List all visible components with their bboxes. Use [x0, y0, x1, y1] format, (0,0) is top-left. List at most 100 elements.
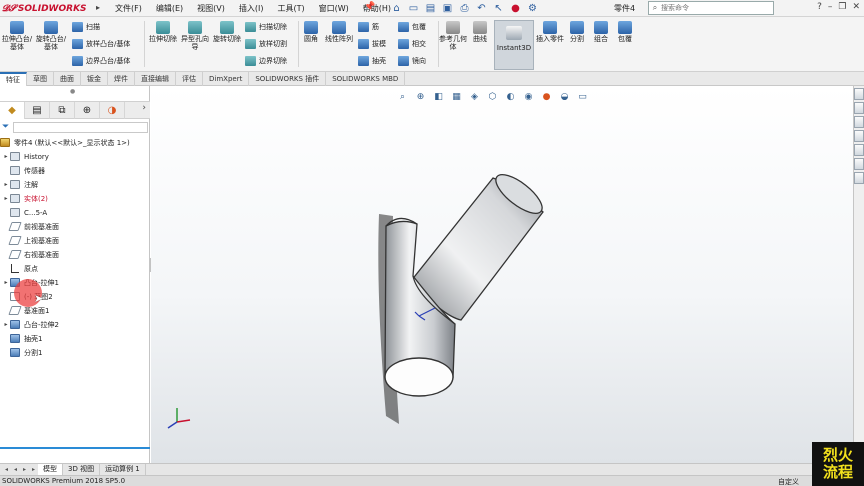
apply-scene-icon[interactable]: ◒	[557, 90, 572, 103]
expand-icon[interactable]: ▸	[2, 153, 10, 160]
save-icon[interactable]: ▣	[439, 1, 456, 16]
open-icon[interactable]: ▤	[422, 1, 439, 16]
expand-menu-icon[interactable]: ▸	[96, 3, 100, 12]
expand-icon[interactable]: ▸	[2, 321, 10, 328]
rib-button[interactable]: 筋	[358, 20, 379, 34]
tab-weldments[interactable]: 焊件	[108, 72, 135, 86]
fillet-button[interactable]: 圆角	[296, 21, 326, 43]
collapse-handle-icon[interactable]: ●	[70, 88, 75, 95]
instant3d-button[interactable]: Instant3D	[494, 20, 534, 70]
tree-item-annotations[interactable]: ▸ 注解	[2, 178, 38, 191]
reference-geometry-button[interactable]: 参考几何体	[436, 21, 470, 51]
tree-item-right-plane[interactable]: 右视基准面	[2, 248, 59, 261]
menu-view[interactable]: 视图(V)	[190, 3, 232, 14]
tab-model[interactable]: 模型	[38, 464, 63, 475]
view-orientation-icon[interactable]: ⬡	[485, 90, 500, 103]
filter-icon[interactable]: ⏷	[2, 122, 12, 132]
3d-model-viewport[interactable]	[351, 166, 591, 436]
undo-icon[interactable]: ↶	[473, 1, 490, 16]
forum-icon[interactable]	[854, 172, 864, 184]
file-explorer-icon[interactable]	[854, 116, 864, 128]
display-manager-tab-icon[interactable]: ◑	[100, 102, 125, 119]
prev-tab-icon[interactable]: ◂	[11, 464, 20, 475]
revolve-boss-button[interactable]: 旋转凸台/基体	[34, 21, 68, 51]
tab-surfaces[interactable]: 曲面	[54, 72, 81, 86]
tree-item-top-plane[interactable]: 上视基准面	[2, 234, 59, 247]
mirror-button[interactable]: 镜向	[398, 54, 426, 68]
zoom-to-fit-icon[interactable]: ⌕	[395, 90, 410, 103]
boundary-cut-button[interactable]: 边界切除	[245, 54, 287, 68]
tab-solidworks-addins[interactable]: SOLIDWORKS 插件	[249, 72, 327, 86]
expand-icon[interactable]: ▸	[2, 195, 10, 202]
traffic-light-icon[interactable]: ●	[507, 1, 524, 16]
display-style-icon[interactable]: ◐	[503, 90, 518, 103]
tree-item-shell1[interactable]: 抽壳1	[2, 332, 42, 345]
extrude-boss-button[interactable]: 拉伸凸台/基体	[0, 21, 34, 51]
menu-tools[interactable]: 工具(T)	[270, 3, 311, 14]
search-input[interactable]	[661, 4, 761, 12]
shell-button[interactable]: 抽壳	[358, 54, 386, 68]
feature-tree-tab-icon[interactable]: ◆	[0, 102, 25, 119]
close-icon[interactable]: ✕	[852, 2, 860, 12]
tree-item-sensors[interactable]: 传感器	[2, 164, 45, 177]
section-view-icon[interactable]: ▦	[449, 90, 464, 103]
intersect-button[interactable]: 相交	[398, 37, 426, 51]
tab-sheet-metal[interactable]: 钣金	[81, 72, 108, 86]
tab-3d-views[interactable]: 3D 视图	[63, 464, 101, 475]
property-manager-tab-icon[interactable]: ▤	[25, 102, 50, 119]
linear-pattern-button[interactable]: 线性阵列	[324, 21, 354, 43]
chevron-right-icon[interactable]: ›	[142, 103, 146, 113]
restore-icon[interactable]: ❐	[838, 2, 846, 12]
filter-input[interactable]	[13, 121, 148, 133]
tree-item-origin[interactable]: 原点	[2, 262, 38, 275]
previous-view-icon[interactable]: ◧	[431, 90, 446, 103]
units-selector[interactable]: 自定义	[778, 477, 799, 486]
tree-item-material[interactable]: C...5-A	[2, 206, 47, 219]
tab-solidworks-mbd[interactable]: SOLIDWORKS MBD	[326, 72, 406, 86]
last-tab-icon[interactable]: ▸	[29, 464, 38, 475]
graphics-area[interactable]: ⌕ ⊕ ◧ ▦ ◈ ⬡ ◐ ◉ ● ◒ ▭	[151, 86, 853, 463]
menu-window[interactable]: 窗口(W)	[312, 3, 356, 14]
draft-button[interactable]: 拔模	[358, 37, 386, 51]
custom-properties-icon[interactable]	[854, 158, 864, 170]
menu-file[interactable]: 文件(F)	[108, 3, 149, 14]
tree-item-split1[interactable]: 分割1	[2, 346, 42, 359]
revolve-cut-button[interactable]: 旋转切除	[210, 21, 244, 43]
tab-dimxpert[interactable]: DimXpert	[203, 72, 250, 86]
edit-appearance-icon[interactable]: ●	[539, 90, 554, 103]
tab-evaluate[interactable]: 评估	[176, 72, 203, 86]
menu-edit[interactable]: 编辑(E)	[149, 3, 190, 14]
menu-insert[interactable]: 插入(I)	[232, 3, 271, 14]
hole-wizard-button[interactable]: 异型孔向导	[178, 21, 212, 51]
sweep-button[interactable]: 扫描	[72, 20, 100, 34]
tree-root[interactable]: 零件4 (默认<<默认>_显示状态 1>)	[0, 136, 130, 149]
curves-button[interactable]: 曲线	[466, 21, 494, 43]
next-tab-icon[interactable]: ▸	[20, 464, 29, 475]
lofted-cut-button[interactable]: 放样切割	[245, 37, 287, 51]
tab-features[interactable]: 特征	[0, 72, 27, 86]
appearances-icon[interactable]	[854, 144, 864, 156]
expand-icon[interactable]: ▸	[2, 279, 10, 286]
boundary-boss-button[interactable]: 边界凸台/基体	[72, 54, 130, 68]
expand-icon[interactable]: ▸	[2, 181, 10, 188]
swept-cut-button[interactable]: 扫描切除	[245, 20, 287, 34]
solidworks-resources-icon[interactable]	[854, 88, 864, 100]
hide-show-items-icon[interactable]: ◉	[521, 90, 536, 103]
dynamic-annotation-icon[interactable]: ◈	[467, 90, 482, 103]
home-icon[interactable]: ⌂	[388, 1, 405, 16]
search-box[interactable]: ⌕	[648, 1, 774, 15]
view-settings-icon[interactable]: ▭	[575, 90, 590, 103]
rollback-bar[interactable]	[0, 447, 150, 449]
tree-item-history[interactable]: ▸ History	[2, 150, 49, 163]
zoom-to-area-icon[interactable]: ⊕	[413, 90, 428, 103]
minimize-icon[interactable]: –	[828, 2, 833, 12]
select-icon[interactable]: ↖	[490, 1, 507, 16]
pin-menu-icon[interactable]: 📌	[364, 2, 375, 12]
wrap-button[interactable]: 包覆	[398, 20, 426, 34]
tree-item-front-plane[interactable]: 前视基准面	[2, 220, 59, 233]
first-tab-icon[interactable]: ◂	[2, 464, 11, 475]
design-library-icon[interactable]	[854, 102, 864, 114]
extrude-cut-button[interactable]: 拉伸切除	[146, 21, 180, 43]
wrap2-button[interactable]: 包覆	[610, 21, 640, 43]
tree-item-solid-bodies[interactable]: ▸ 实体(2)	[2, 192, 48, 205]
